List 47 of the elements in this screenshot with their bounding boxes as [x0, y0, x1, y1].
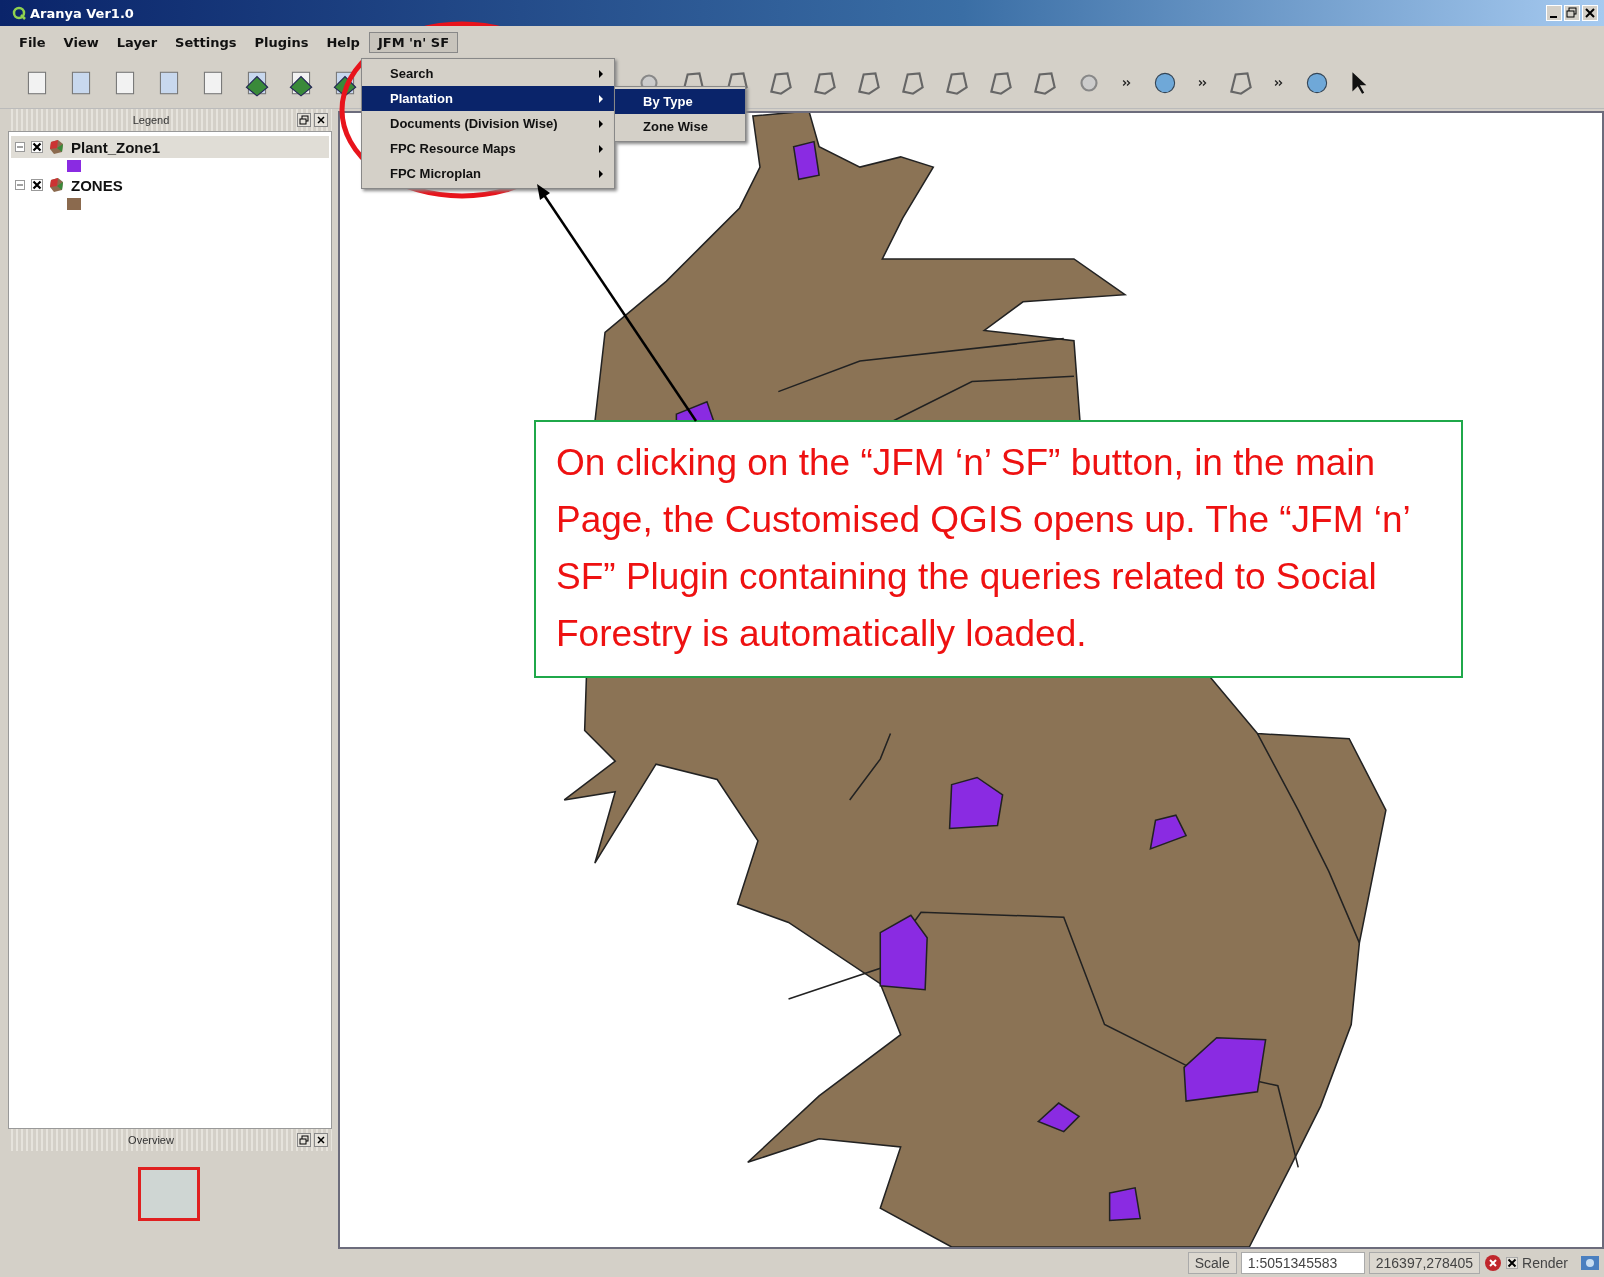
menu-item[interactable]: View	[54, 31, 108, 53]
menu-item[interactable]: File	[10, 31, 55, 53]
scale-field[interactable]: 1:5051345583	[1240, 1252, 1365, 1274]
menu-item[interactable]: Plugins	[245, 31, 318, 53]
plantation-polygon	[1149, 814, 1188, 851]
layer-icon	[49, 177, 65, 193]
layer-icon	[49, 139, 65, 155]
close-icon[interactable]	[314, 1133, 328, 1147]
menu-item[interactable]: Zone Wise	[615, 114, 745, 139]
checkbox[interactable]	[31, 141, 43, 153]
close-icon[interactable]	[314, 113, 328, 127]
float-icon[interactable]	[297, 1133, 311, 1147]
collapse-icon[interactable]	[15, 142, 25, 152]
app-logo-icon	[12, 6, 26, 20]
extent-rectangle	[138, 1167, 200, 1221]
checkbox[interactable]	[31, 179, 43, 191]
layer-name: Plant_Zone1	[71, 138, 161, 156]
minimize-icon[interactable]	[1546, 5, 1562, 21]
plantation-polygon	[792, 140, 820, 181]
callout-text: On clicking on the “JFM ‘n’ SF” button, in the main Page, the Customised QGIS opens up. The “JFM ‘n’ SF” Plugin containing the queries related to Social Forestry is automatically loaded.	[556, 441, 1411, 656]
layer-row[interactable]: Plant_Zone1	[11, 136, 329, 158]
plantation-polygon	[948, 776, 1004, 830]
submenu-arrow-icon	[598, 119, 604, 128]
scale-label: Scale	[1187, 1252, 1237, 1274]
submenu-arrow-icon	[598, 69, 604, 78]
submenu-arrow-icon	[598, 169, 604, 178]
submenu-arrow-icon	[598, 144, 604, 153]
restore-icon[interactable]	[1564, 5, 1580, 21]
plantation-polygon	[1036, 1102, 1081, 1133]
panel-title: Overview	[127, 1134, 175, 1146]
projection-icon[interactable]	[1580, 1253, 1600, 1273]
layer-row[interactable]: ZONES	[11, 174, 329, 196]
submenu-arrow-icon	[598, 94, 604, 103]
stop-icon[interactable]	[1484, 1254, 1503, 1272]
menu-item[interactable]: By Type	[615, 89, 745, 114]
plantation-polygon	[1108, 1186, 1142, 1222]
boundary-line	[848, 732, 892, 801]
menu-item[interactable]: Layer	[107, 31, 167, 53]
panel-title: Legend	[131, 114, 171, 126]
render-checkbox[interactable]	[1506, 1257, 1519, 1269]
render-label: Render	[1522, 1255, 1569, 1271]
menu-item[interactable]: Settings	[166, 31, 246, 53]
float-icon[interactable]	[297, 113, 311, 127]
coordinates-display: 216397,278405	[1368, 1252, 1481, 1274]
collapse-icon[interactable]	[15, 180, 25, 190]
window-title: Aranya Ver1.0	[30, 5, 134, 21]
layer-name: ZONES	[71, 176, 123, 194]
